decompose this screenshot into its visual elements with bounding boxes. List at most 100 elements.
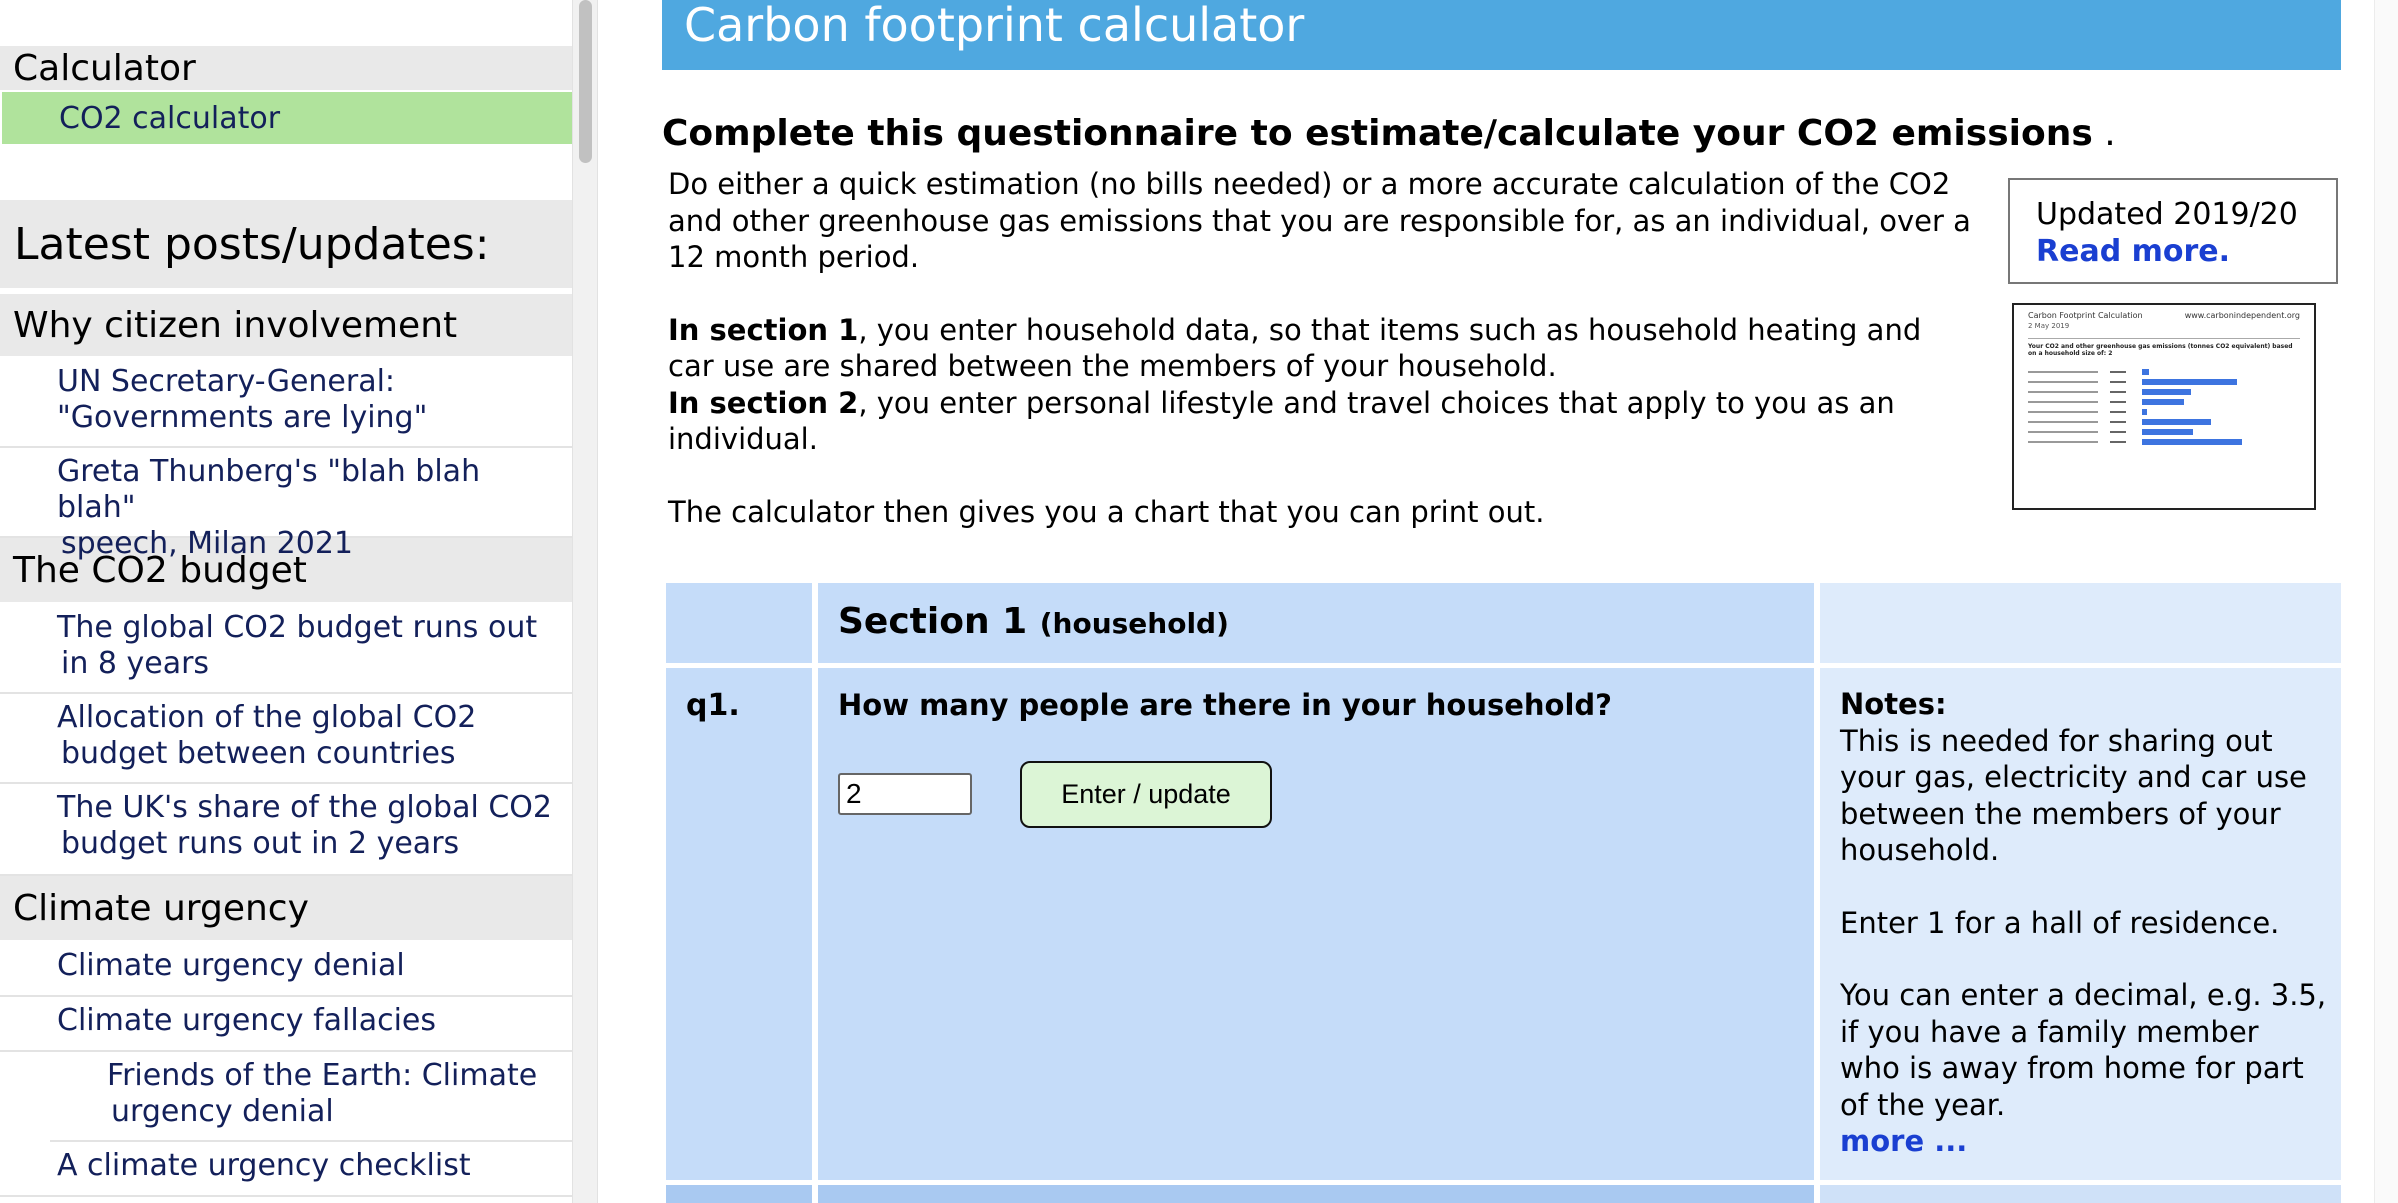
sidebar-item-label: budget between countries [61, 736, 456, 771]
household-size-input[interactable] [838, 773, 972, 815]
intro-text: Do either a quick estimation (no bills n… [668, 166, 1978, 566]
sidebar-item-label: "Governments are lying" [57, 400, 428, 435]
section1-label: In section 1 [668, 312, 859, 347]
notes: Notes: This is needed for sharing out yo… [1840, 686, 2327, 1160]
sidebar-item-urgency-fallacies[interactable]: Climate urgency fallacies [0, 997, 572, 1052]
section-title-text: Section 1 [838, 601, 1028, 642]
thumbnail-bar [2142, 398, 2184, 405]
thumbnail-subtitle: Your CO2 and other greenhouse gas emissi… [2028, 338, 2300, 357]
thumbnail-row-value [2110, 410, 2126, 413]
sidebar-item-un-secretary[interactable]: UN Secretary-General: "Governments are l… [0, 358, 572, 448]
thumbnail-bar [2142, 388, 2191, 395]
section-title: Section 1 (household) [838, 601, 1229, 642]
sidebar-heading-climate-urgency[interactable]: Climate urgency [0, 876, 572, 942]
sidebar-item-label: Allocation of the global CO2 [57, 700, 477, 735]
thumbnail-site: www.carbonindependent.org [2184, 311, 2300, 320]
sidebar-heading-label: Climate urgency [13, 887, 309, 929]
sidebar-item-urgency-denial[interactable]: Climate urgency denial [0, 942, 572, 997]
thumbnail-row-value [2110, 370, 2126, 373]
sidebar-item-greta-thunberg[interactable]: Greta Thunberg's "blah blah blah" speech… [0, 448, 572, 561]
thumbnail-bar [2142, 378, 2237, 385]
sidebar-item-label: The global CO2 budget runs out [57, 610, 538, 645]
sidebar-heading-label: Latest posts/updates: [14, 218, 490, 270]
sample-chart-thumbnail[interactable]: Carbon Footprint Calculation www.carboni… [2012, 303, 2316, 510]
thumbnail-bar-row [2028, 377, 2300, 386]
notes-more-link[interactable]: more ... [1840, 1124, 1967, 1158]
sidebar-item-label: UN Secretary-General: [57, 364, 396, 399]
thumbnail-bars [2028, 367, 2300, 446]
thumbnail-row-label [2028, 440, 2098, 443]
intro-sections: In section 1, you enter household data, … [668, 312, 1958, 458]
window-scrollbar[interactable] [2374, 0, 2398, 1203]
next-row-left [666, 1185, 812, 1203]
notes-paragraph: This is needed for sharing out your gas,… [1840, 723, 2307, 868]
thumbnail-row-value [2110, 440, 2126, 443]
sidebar-item-label: Climate urgency fallacies [57, 1003, 437, 1038]
notes-paragraph: Enter 1 for a hall of residence. [1840, 905, 2280, 940]
sidebar-scrollbar[interactable] [572, 0, 598, 1203]
thumbnail-bar [2142, 428, 2193, 435]
thumbnail-bar-row [2028, 427, 2300, 436]
next-row-mid [818, 1185, 1814, 1203]
sidebar-heading-why-citizen[interactable]: Why citizen involvement [0, 294, 572, 358]
intro-heading: Complete this questionnaire to estimate/… [662, 113, 2116, 154]
sidebar-item-foe-urgency-denial[interactable]: Friends of the Earth: Climate urgency de… [50, 1052, 572, 1142]
question-number-cell: q1. [666, 668, 812, 1180]
sidebar-item-label: Greta Thunberg's "blah blah blah" [57, 454, 481, 525]
next-row-right [1820, 1185, 2341, 1203]
thumbnail-title: Carbon Footprint Calculation [2028, 311, 2143, 320]
sidebar-item-co2-calculator[interactable]: CO2 calculator [2, 92, 572, 144]
intro-heading-suffix: . [2092, 113, 2116, 154]
thumbnail-row-value [2110, 400, 2126, 403]
sidebar-heading-label: The CO2 budget [13, 549, 307, 591]
sidebar-heading-label: Calculator [13, 47, 196, 89]
main-content: Carbon footprint calculator Complete thi… [598, 0, 2398, 1203]
section-title-sub: (household) [1039, 607, 1229, 640]
sidebar-heading-latest: Latest posts/updates: [0, 200, 572, 288]
sidebar-item-allocation[interactable]: Allocation of the global CO2 budget betw… [0, 694, 572, 784]
sidebar-item-label: in 8 years [61, 646, 210, 681]
thumbnail-row-label [2028, 410, 2098, 413]
sidebar-heading-label: Why citizen involvement [13, 304, 458, 346]
thumbnail-row-value [2110, 430, 2126, 433]
sidebar-item-label: The UK's share of the global CO2 [57, 790, 552, 825]
intro-paragraph: Do either a quick estimation (no bills n… [668, 167, 1971, 274]
thumbnail-bar-row [2028, 437, 2300, 446]
thumbnail-row-label [2028, 400, 2098, 403]
page-banner: Carbon footprint calculator [662, 0, 2341, 70]
sidebar-item-label: CO2 calculator [59, 100, 281, 136]
notes-paragraph: You can enter a decimal, e.g. 3.5, if yo… [1840, 978, 2327, 1122]
read-more-link[interactable]: Read more. [2036, 233, 2336, 270]
question-cell: How many people are there in your househ… [818, 668, 1814, 1180]
section2-label: In section 2 [668, 385, 859, 420]
thumbnail-bar-row [2028, 367, 2300, 376]
thumbnail-bar [2142, 408, 2147, 415]
thumbnail-bar-row [2028, 397, 2300, 406]
sidebar-item-global-budget[interactable]: The global CO2 budget runs out in 8 year… [0, 604, 572, 694]
sidebar-item-label: urgency denial [111, 1094, 334, 1129]
sidebar-item-urgency-checklist[interactable]: A climate urgency checklist [0, 1142, 572, 1197]
thumbnail-bar-row [2028, 407, 2300, 416]
enter-update-label: Enter / update [1061, 779, 1231, 809]
question-text: How many people are there in your househ… [838, 688, 1612, 722]
sidebar-item-label: Climate urgency denial [57, 948, 405, 983]
sidebar-item-uk-share[interactable]: The UK's share of the global CO2 budget … [0, 784, 572, 876]
thumbnail-row-value [2110, 390, 2126, 393]
intro-chart-note: The calculator then gives you a chart th… [668, 494, 1545, 529]
thumbnail-bar [2142, 368, 2149, 375]
enter-update-button[interactable]: Enter / update [1020, 761, 1272, 828]
thumbnail-date: 2 May 2019 [2028, 322, 2070, 330]
sidebar-item-label: A climate urgency checklist [57, 1148, 471, 1183]
question-number: q1. [686, 688, 740, 723]
thumbnail-row-label [2028, 370, 2098, 373]
notes-cell: Notes: This is needed for sharing out yo… [1820, 668, 2341, 1180]
thumbnail-bar [2142, 418, 2211, 425]
thumbnail-row-value [2110, 380, 2126, 383]
thumbnail-row-value [2110, 420, 2126, 423]
sidebar-heading-calculator[interactable]: Calculator [0, 46, 572, 92]
sidebar-scrollbar-thumb[interactable] [579, 0, 592, 163]
section-header: Section 1 (household) [818, 583, 1814, 663]
sidebar-item-label: budget runs out in 2 years [61, 826, 460, 861]
thumbnail-bar [2142, 438, 2242, 445]
